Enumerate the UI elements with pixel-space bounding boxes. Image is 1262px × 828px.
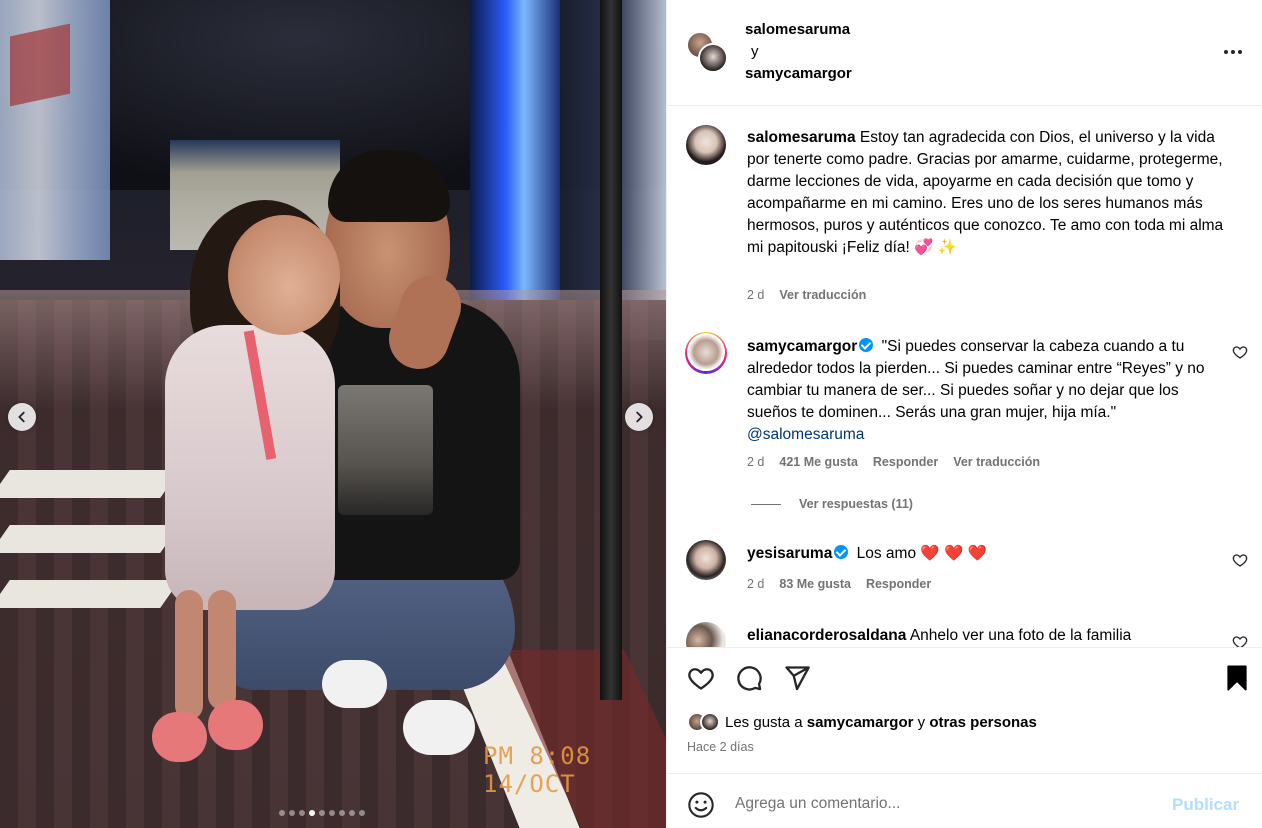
carousel-dot xyxy=(299,810,305,816)
caption-meta: 2 d Ver traducción xyxy=(747,288,866,302)
photo-timestamp: PM 8:08 14/OCT xyxy=(483,742,592,798)
reply-button[interactable]: Responder xyxy=(873,455,938,469)
carousel-dot xyxy=(289,810,295,816)
comment-likes[interactable]: 83 Me gusta xyxy=(779,577,851,591)
comment-body: yesisaruma Los amo ❤️ ❤️ ❤️ xyxy=(747,543,1227,565)
reply-button[interactable]: Responder xyxy=(866,577,931,591)
likes-connector: y xyxy=(917,713,926,731)
smiley-icon[interactable] xyxy=(687,791,715,819)
photo-man xyxy=(322,660,387,708)
comment-time: 2 d xyxy=(747,577,765,591)
avatar xyxy=(698,43,728,73)
paper-plane-icon[interactable] xyxy=(783,664,811,692)
caption-username[interactable]: salomesaruma xyxy=(747,129,856,146)
comment-meta: 2 d 421 Me gusta Responder Ver traducció… xyxy=(747,455,1040,469)
avatar xyxy=(700,712,720,732)
likes-summary: Les gusta a samycamargor y otras persona… xyxy=(687,712,1037,732)
photo-background xyxy=(0,0,110,260)
header-connector: y xyxy=(751,43,759,60)
comment-username[interactable]: elianacorderosaldana xyxy=(747,627,906,644)
publish-button[interactable]: Publicar xyxy=(1172,795,1239,815)
likes-username[interactable]: samycamargor xyxy=(807,714,914,731)
collab-names: salomesaruma y samycamargor xyxy=(745,19,852,85)
photo-girl xyxy=(152,712,207,762)
carousel-dot xyxy=(319,810,325,816)
avatar[interactable] xyxy=(686,540,726,580)
caption-body: salomesaruma Estoy tan agradecida con Di… xyxy=(747,127,1227,259)
more-options-button[interactable] xyxy=(1221,40,1245,64)
photo-man xyxy=(403,700,475,755)
photo-girl xyxy=(175,590,203,720)
post-time[interactable]: Hace 2 días xyxy=(687,740,754,754)
post-photo[interactable]: PM 8:08 14/OCT xyxy=(0,0,666,828)
caption-time: 2 d xyxy=(747,288,765,302)
carousel-prev-button[interactable] xyxy=(8,403,36,431)
comment-likes[interactable]: 421 Me gusta xyxy=(779,455,858,469)
comment-username[interactable]: samycamargor xyxy=(747,338,857,355)
heart-icon[interactable] xyxy=(687,664,715,692)
replies-divider xyxy=(751,503,781,505)
photo-girl xyxy=(208,590,236,710)
comment-time: 2 d xyxy=(747,455,765,469)
chevron-right-icon xyxy=(636,411,643,423)
avatar[interactable] xyxy=(686,622,726,647)
bookmark-filled-icon[interactable] xyxy=(1223,664,1251,692)
comment-bubble-icon[interactable] xyxy=(735,664,763,692)
photo-girl xyxy=(228,215,340,335)
comment-text: Los amo xyxy=(856,545,917,562)
avatar-story-ring[interactable] xyxy=(685,332,727,374)
carousel-dot xyxy=(359,810,365,816)
heart-icon[interactable] xyxy=(1232,634,1248,647)
carousel-dot xyxy=(349,810,355,816)
comment-username[interactable]: yesisaruma xyxy=(747,545,832,562)
comment-input[interactable] xyxy=(735,789,1155,819)
post-panel: salomesaruma y samycamargor salomesaruma… xyxy=(666,0,1262,828)
heart-emoji-icon: ❤️ ❤️ ❤️ xyxy=(920,545,987,562)
header-username-2[interactable]: samycamargor xyxy=(745,63,852,85)
photo-crosswalk xyxy=(0,470,180,650)
view-replies-label: Ver respuestas (11) xyxy=(799,497,913,511)
heart-icon[interactable] xyxy=(1232,552,1248,568)
ellipsis-icon xyxy=(1224,50,1242,54)
comment-text: Anhelo ver una foto de la familia xyxy=(909,627,1132,644)
likes-others[interactable]: otras personas xyxy=(929,714,1037,731)
translate-link[interactable]: Ver traducción xyxy=(953,455,1040,469)
avatar[interactable] xyxy=(686,125,726,165)
likes-text: Les gusta a samycamargor y otras persona… xyxy=(725,714,1037,731)
view-replies-button[interactable]: Ver respuestas (11) xyxy=(751,497,913,511)
comment-body: elianacorderosaldana Anhelo ver una foto… xyxy=(747,625,1227,647)
collab-avatars[interactable] xyxy=(686,31,728,73)
carousel-indicator xyxy=(279,810,365,816)
action-bar xyxy=(667,647,1262,709)
header-username-1[interactable]: salomesaruma xyxy=(745,19,852,41)
carousel-dot xyxy=(279,810,285,816)
mention-link[interactable]: @salomesaruma xyxy=(747,426,864,443)
carousel-dot xyxy=(329,810,335,816)
carousel-next-button[interactable] xyxy=(625,403,653,431)
post-header: salomesaruma y samycamargor xyxy=(667,0,1262,106)
translate-link[interactable]: Ver traducción xyxy=(779,288,866,302)
verified-badge-icon xyxy=(834,545,849,559)
heart-icon[interactable] xyxy=(1232,344,1248,360)
comment-body: samycamargor "Si puedes conservar la cab… xyxy=(747,336,1227,446)
photo-pole xyxy=(600,0,622,700)
caption-text: Estoy tan agradecida con Dios, el univer… xyxy=(747,129,1224,256)
carousel-dot xyxy=(309,810,315,816)
photo-girl xyxy=(208,700,263,750)
likes-prefix: Les gusta a xyxy=(725,713,803,731)
comment-meta: 2 d 83 Me gusta Responder xyxy=(747,577,931,591)
comments-list[interactable]: salomesaruma Estoy tan agradecida con Di… xyxy=(667,107,1262,647)
carousel-dot xyxy=(339,810,345,816)
comment-composer: Publicar xyxy=(667,773,1262,828)
verified-badge-icon xyxy=(859,338,874,352)
photo-background xyxy=(470,0,560,300)
chevron-left-icon xyxy=(18,411,25,423)
